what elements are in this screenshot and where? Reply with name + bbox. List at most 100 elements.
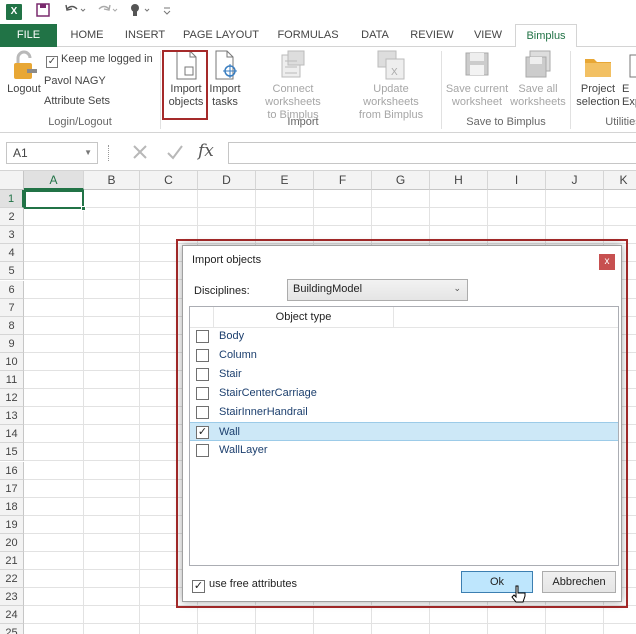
- checked-checkbox[interactable]: ✓: [196, 426, 209, 439]
- row-header[interactable]: 6: [0, 280, 24, 299]
- column-header[interactable]: K: [604, 171, 636, 190]
- gridline: [24, 207, 636, 208]
- object-type-label: StairInnerHandrail: [219, 406, 308, 418]
- touch-mode-icon[interactable]: [128, 3, 154, 21]
- column-header[interactable]: E: [256, 171, 314, 190]
- tab-bimplus[interactable]: Bimplus: [515, 24, 577, 48]
- table-row[interactable]: Column: [190, 346, 618, 365]
- formula-input[interactable]: [228, 142, 636, 164]
- row-header[interactable]: 4: [0, 244, 24, 263]
- row-header[interactable]: 17: [0, 479, 24, 498]
- checkbox[interactable]: [196, 387, 209, 400]
- fill-handle[interactable]: [81, 206, 86, 211]
- checkbox-column-header: [190, 307, 214, 328]
- confirm-entry-icon[interactable]: [166, 144, 184, 163]
- checkbox[interactable]: [196, 406, 209, 419]
- row-header[interactable]: 15: [0, 443, 24, 462]
- column-header[interactable]: I: [488, 171, 546, 190]
- column-header[interactable]: F: [314, 171, 372, 190]
- import-tasks-button[interactable]: Import tasks: [207, 49, 243, 109]
- row-header[interactable]: 23: [0, 588, 24, 607]
- save-icon[interactable]: [36, 3, 50, 21]
- row-header[interactable]: 22: [0, 570, 24, 589]
- save-current-worksheet-button[interactable]: Save current worksheet: [444, 49, 510, 109]
- column-header[interactable]: J: [546, 171, 604, 190]
- tab-insert[interactable]: INSERT: [120, 24, 170, 47]
- column-header[interactable]: A: [24, 171, 84, 190]
- use-free-attributes-checkbox[interactable]: ✓ use free attributes: [192, 578, 297, 593]
- row-header[interactable]: 10: [0, 352, 24, 371]
- row-header[interactable]: 12: [0, 389, 24, 408]
- disk-icon: [465, 52, 489, 76]
- checkbox[interactable]: [196, 368, 209, 381]
- row-header[interactable]: 2: [0, 208, 24, 227]
- tab-data[interactable]: DATA: [354, 24, 396, 47]
- select-all-corner[interactable]: [0, 171, 24, 190]
- row-header[interactable]: 5: [0, 262, 24, 281]
- checkbox[interactable]: [196, 444, 209, 457]
- name-box[interactable]: A1 ▼: [6, 142, 98, 164]
- active-cell[interactable]: [24, 190, 86, 211]
- table-row[interactable]: Body: [190, 327, 618, 346]
- row-header[interactable]: 11: [0, 371, 24, 389]
- tab-home[interactable]: HOME: [64, 24, 110, 47]
- checkbox[interactable]: [196, 330, 209, 343]
- group-separator: [160, 51, 161, 129]
- tab-view[interactable]: VIEW: [466, 24, 510, 47]
- table-row[interactable]: StairCenterCarriage: [190, 384, 618, 403]
- svg-text:X: X: [391, 67, 398, 78]
- project-label-2: selection: [576, 96, 620, 108]
- table-row[interactable]: ✓ Wall: [190, 422, 618, 441]
- row-header[interactable]: 21: [0, 552, 24, 570]
- export-button[interactable]: E Exp: [622, 49, 636, 109]
- column-header[interactable]: H: [430, 171, 488, 190]
- table-row[interactable]: WallLayer: [190, 441, 618, 460]
- row-header[interactable]: 18: [0, 497, 24, 516]
- row-header[interactable]: 14: [0, 425, 24, 444]
- column-header[interactable]: C: [140, 171, 198, 190]
- object-type-column-header[interactable]: Object type: [214, 307, 394, 328]
- keep-logged-in-checkbox[interactable]: ✓ Keep me logged in: [46, 53, 153, 68]
- tab-formulas[interactable]: FORMULAS: [272, 24, 344, 47]
- undo-icon[interactable]: [64, 3, 86, 21]
- cancel-entry-icon[interactable]: [132, 144, 148, 163]
- gridline: [24, 225, 636, 227]
- close-icon[interactable]: x: [599, 254, 615, 270]
- column-header[interactable]: G: [372, 171, 430, 190]
- row-header[interactable]: 3: [0, 226, 24, 245]
- customize-qat-icon[interactable]: [163, 3, 171, 21]
- save-all-worksheets-button[interactable]: Save all worksheets: [508, 49, 568, 109]
- chevron-down-icon: ⌄: [453, 283, 461, 293]
- logout-button[interactable]: Logout: [4, 49, 44, 96]
- row-header[interactable]: 19: [0, 515, 24, 534]
- row-header[interactable]: 20: [0, 533, 24, 552]
- ribbon-tabs: FILE HOME INSERT PAGE LAYOUT FORMULAS DA…: [0, 24, 636, 48]
- row-header[interactable]: 24: [0, 606, 24, 625]
- column-header[interactable]: D: [198, 171, 256, 190]
- tab-page-layout[interactable]: PAGE LAYOUT: [180, 24, 262, 47]
- insert-function-icon[interactable]: fx: [198, 141, 214, 161]
- dialog-title: Import objects: [192, 254, 262, 266]
- column-header[interactable]: B: [84, 171, 140, 190]
- update-worksheets-button[interactable]: X Update worksheets from Bimplus: [344, 49, 438, 122]
- cancel-button[interactable]: Abbrechen: [542, 571, 616, 593]
- tab-file[interactable]: FILE: [0, 24, 57, 47]
- tab-review[interactable]: REVIEW: [406, 24, 458, 47]
- table-row[interactable]: Stair: [190, 365, 618, 384]
- row-header[interactable]: 1: [0, 190, 24, 208]
- row-header[interactable]: 16: [0, 461, 24, 480]
- row-header[interactable]: 7: [0, 298, 24, 317]
- row-header[interactable]: 9: [0, 334, 24, 353]
- save-current-label-2: worksheet: [451, 96, 503, 108]
- disciplines-dropdown[interactable]: BuildingModel ⌄: [287, 279, 468, 301]
- connect-worksheets-button[interactable]: Connect worksheets to Bimplus: [244, 49, 342, 122]
- connect-icon: [281, 50, 305, 78]
- project-selection-button[interactable]: Project selection: [574, 49, 622, 109]
- checkbox[interactable]: [196, 349, 209, 362]
- table-row[interactable]: StairInnerHandrail: [190, 403, 618, 422]
- row-header[interactable]: 8: [0, 316, 24, 335]
- row-header[interactable]: 13: [0, 407, 24, 426]
- redo-icon[interactable]: [96, 3, 118, 21]
- row-header[interactable]: 25: [0, 624, 24, 634]
- attribute-sets-button[interactable]: Attribute Sets: [44, 95, 110, 107]
